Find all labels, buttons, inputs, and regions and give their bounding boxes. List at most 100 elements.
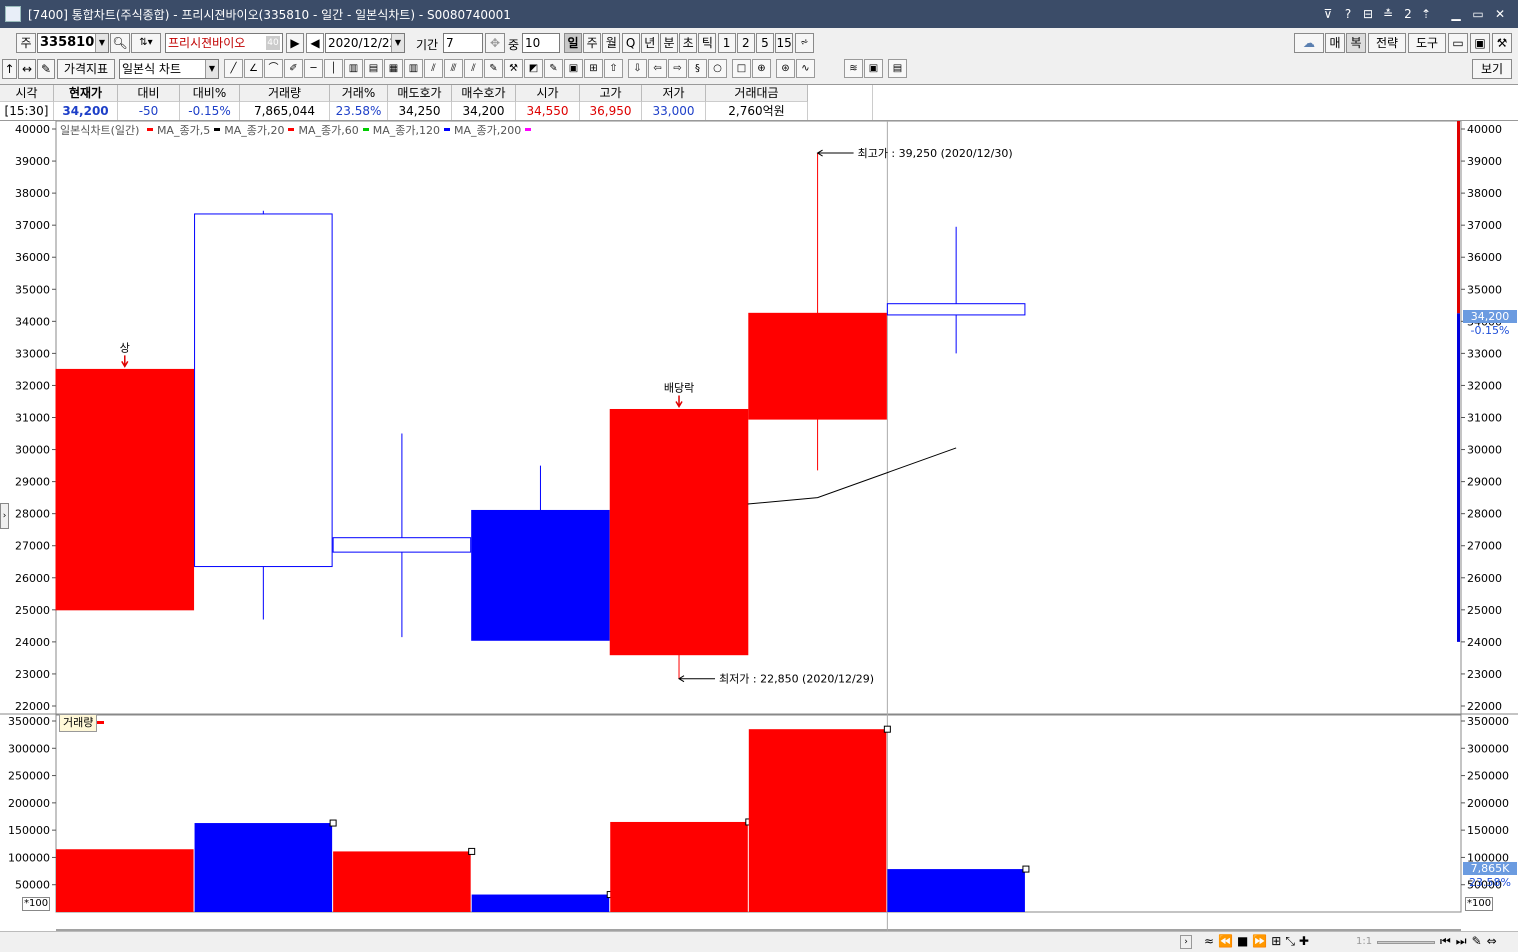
chevron-down-icon[interactable]: ▼ (205, 60, 218, 78)
period-tab-8[interactable]: 1 (717, 33, 736, 53)
candle-body-6 (886, 303, 1026, 316)
period-tab-1[interactable]: 주 (583, 33, 602, 53)
draw-tool-icon-26[interactable]: ⊕ (752, 59, 771, 78)
price-label-left-12: 28000 (15, 508, 50, 521)
wrench-icon[interactable]: ⚒ (1492, 33, 1512, 53)
period-spin-icon[interactable]: ✥ (485, 33, 505, 53)
draw-tool-icon-16[interactable]: ✎ (544, 59, 563, 78)
layout-icon[interactable]: ⊟ (1358, 4, 1378, 24)
draw-tool-icon-2[interactable]: ⌒ (264, 59, 283, 78)
period-tab-10[interactable]: 5 (756, 33, 774, 53)
draw-tool-icon-29[interactable]: ≋ (844, 59, 863, 78)
left-right-icon[interactable]: ↔ (18, 59, 36, 79)
period-tab-9[interactable]: 2 (736, 33, 755, 53)
next-stock-button[interactable]: ▶ (286, 33, 304, 53)
draw-tool-icon-25[interactable]: □ (732, 59, 751, 78)
period-tab-0[interactable]: 일 (564, 33, 582, 53)
chevron-down-icon[interactable]: ▼ (95, 34, 108, 52)
strategy-button[interactable]: 전략 (1368, 33, 1406, 53)
interval-settings-icon[interactable]: ⩫ (795, 33, 814, 53)
prev-stock-button[interactable]: ◀ (306, 33, 324, 53)
draw-tool-icon-22[interactable]: ⇨ (668, 59, 687, 78)
bok-button[interactable]: 복 (1346, 33, 1366, 53)
draw-tool-icon-21[interactable]: ⇦ (648, 59, 667, 78)
period-tab-6[interactable]: 초 (679, 33, 698, 53)
draw-tool-icon-19[interactable]: ⇧ (604, 59, 623, 78)
market-button[interactable]: 주 (16, 33, 36, 53)
draw-tool-icon-28[interactable]: ∿ (796, 59, 815, 78)
draw-tool-icon-0[interactable]: ╱ (224, 59, 243, 78)
draw-tool-icon-11[interactable]: ⫻ (444, 59, 463, 78)
period-input[interactable]: 7 (443, 33, 483, 53)
chart-config-icon[interactable]: ▤ (888, 59, 907, 78)
volume-bar-4 (610, 821, 748, 912)
settings-icon[interactable]: ≛ (1378, 4, 1398, 24)
quote-value-5: 23.58% (330, 102, 388, 120)
vol-label-left-5: 100000 (8, 851, 50, 864)
indicator-button[interactable]: 가격지표 (57, 59, 115, 79)
draw-tool-icon-15[interactable]: ◩ (524, 59, 543, 78)
edit-icon[interactable]: ✎ (37, 59, 55, 79)
draw-tool-icon-8[interactable]: ▦ (384, 59, 403, 78)
search-icon[interactable]: 🔍︎ (110, 33, 130, 53)
maximize-icon[interactable]: ▭ (1468, 4, 1488, 24)
sort-dropdown[interactable]: ⇅▾ (131, 33, 161, 53)
save-icon[interactable]: ▣ (1470, 33, 1490, 53)
chevron-down-icon[interactable]: ▼ (391, 34, 404, 52)
draw-tool-icon-14[interactable]: ⚒ (504, 59, 523, 78)
end-controls[interactable]: ⏮⏭✎⇔ (1440, 934, 1502, 949)
help-icon[interactable]: ? (1338, 4, 1358, 24)
draw-tool-icon-13[interactable]: ✎ (484, 59, 503, 78)
draw-tool-icon-10[interactable]: ⫽ (424, 59, 443, 78)
maemae-button[interactable]: 매 (1325, 33, 1345, 53)
chart-type-select[interactable]: 일본식 차트 ▼ (119, 59, 219, 79)
draw-tool-icon-5[interactable]: │ (324, 59, 343, 78)
folder-icon[interactable]: ▭ (1448, 33, 1468, 53)
volume-bar-6 (887, 869, 1025, 912)
side-panel-toggle[interactable]: › (0, 503, 9, 529)
draw-tool-icon-6[interactable]: ▥ (344, 59, 363, 78)
draw-tool-icon-3[interactable]: ✐ (284, 59, 303, 78)
period-tab-3[interactable]: Q (621, 33, 640, 53)
tools-button[interactable]: 도구 (1408, 33, 1446, 53)
period-tab-11[interactable]: 15 (775, 33, 794, 53)
period-tab-2[interactable]: 월 (602, 33, 621, 53)
vol-label-left-6: 50000 (15, 879, 50, 892)
period-tab-5[interactable]: 분 (660, 33, 678, 53)
draw-tool-icon-17[interactable]: ▣ (564, 59, 583, 78)
cloud-icon[interactable]: ☁ (1294, 33, 1324, 53)
link-icon[interactable]: 2 (1398, 4, 1418, 24)
view-button[interactable]: 보기 (1472, 59, 1512, 79)
draw-tool-icon-23[interactable]: § (688, 59, 707, 78)
close-icon[interactable]: ✕ (1490, 4, 1510, 24)
draw-tool-icon-20[interactable]: ⇩ (628, 59, 647, 78)
stock-name-field[interactable]: 프리시젼바이오 40 (165, 33, 283, 53)
draw-tool-icon-9[interactable]: ▥ (404, 59, 423, 78)
quote-value-11: 2,760억원 (706, 102, 808, 120)
arrow-up-icon[interactable]: ↑ (2, 59, 17, 79)
expand-icon[interactable]: ⇡ (1416, 4, 1436, 24)
draw-tool-icon-27[interactable]: ⊛ (776, 59, 795, 78)
draw-tool-icon-7[interactable]: ▤ (364, 59, 383, 78)
stock-code-input[interactable]: 335810 ▼ (37, 33, 109, 53)
quote-header-6: 매도호가 (388, 85, 452, 102)
pin-icon[interactable]: ⊽ (1318, 4, 1338, 24)
upper-limit-marker: 상 (120, 341, 130, 354)
draw-tool-icon-12[interactable]: ⫽ (464, 59, 483, 78)
vol-label-left-2: 250000 (8, 770, 50, 783)
quote-value-7: 34,200 (452, 102, 516, 120)
minimize-icon[interactable]: ▁ (1446, 4, 1466, 24)
period-tab-4[interactable]: 년 (640, 33, 659, 53)
zoom-slider[interactable] (1377, 941, 1435, 944)
scroll-right-icon[interactable]: › (1180, 935, 1192, 949)
draw-tool-icon-30[interactable]: ▣ (864, 59, 883, 78)
draw-tool-icon-1[interactable]: ∠ (244, 59, 263, 78)
date-input[interactable]: 2020/12/22 ▼ (325, 33, 405, 53)
draw-tool-icon-18[interactable]: ⊞ (584, 59, 603, 78)
draw-tool-icon-4[interactable]: ─ (304, 59, 323, 78)
volume-marker-5 (883, 725, 891, 733)
period-tab-7[interactable]: 틱 (698, 33, 717, 53)
draw-tool-icon-24[interactable]: ○ (708, 59, 727, 78)
mid-input[interactable]: 10 (522, 33, 560, 53)
playback-controls[interactable]: ≈⏪■⏩⊞⤡✚ (1204, 934, 1313, 949)
